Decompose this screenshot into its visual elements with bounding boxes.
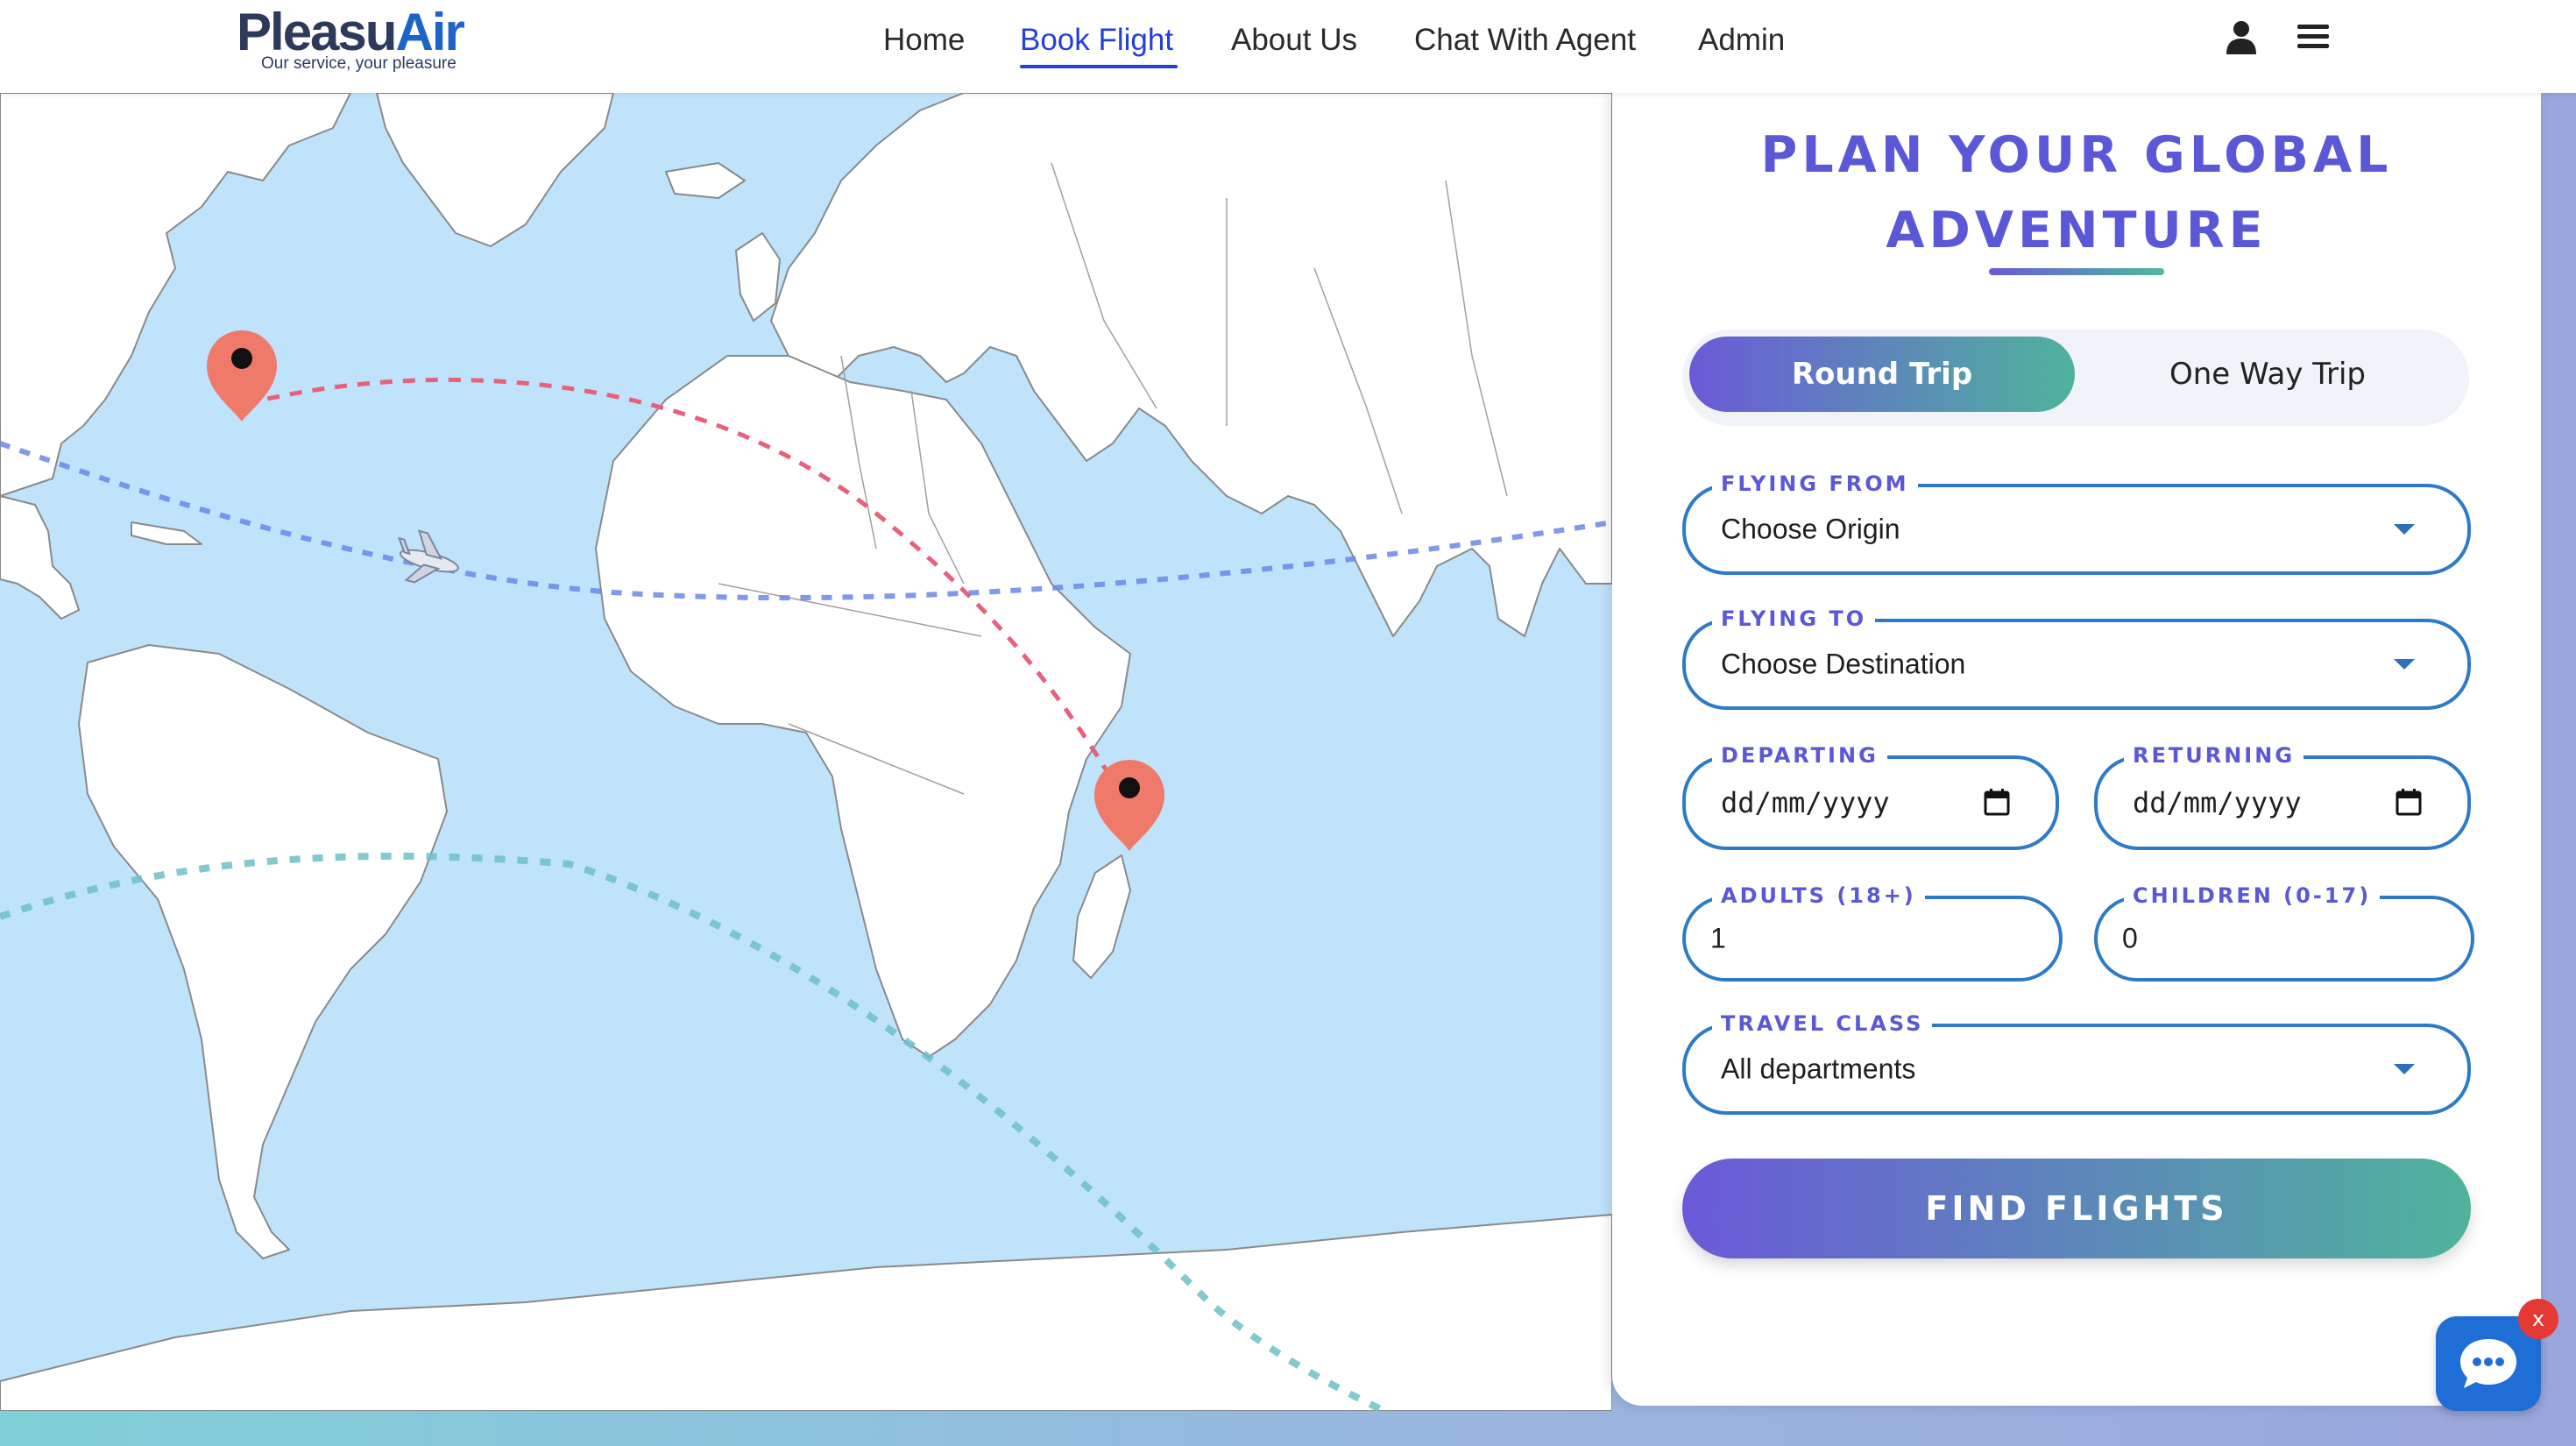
menu-icon[interactable] [2294,18,2332,56]
brand-wordmark: PleasuAir [237,3,465,61]
land-caribbean [131,521,202,545]
departing-date-input[interactable]: DEPARTING dd/mm/yyyy [1682,743,2059,850]
find-flights-button[interactable]: FIND FLIGHTS [1682,1159,2471,1258]
flying-from-value: Choose Origin [1721,513,1900,545]
panel-title: PLAN YOUR GLOBAL ADVENTURE [1760,126,2393,259]
chat-close-button[interactable]: x [2518,1299,2558,1339]
flying-to-value: Choose Destination [1721,648,1966,680]
land-south-america [78,644,448,1259]
land-madagascar [1072,854,1131,979]
flying-to-select[interactable]: FLYING TO Choose Destination [1682,606,2471,710]
nav-about-us[interactable]: About Us [1231,23,1357,58]
trip-type-toggle: Round Trip One Way Trip [1682,330,2469,426]
chevron-down-icon [2394,659,2415,670]
title-underline [1989,268,2164,275]
flying-from-label: FLYING FROM [1712,471,1918,496]
world-map-svg [0,93,1612,1411]
nav-book-flight[interactable]: Book Flight [1020,23,1173,58]
adults-input[interactable]: ADULTS (18+) 1 [1682,883,2063,982]
round-trip-button[interactable]: Round Trip [1689,337,2075,412]
calendar-icon[interactable] [1984,788,2010,816]
world-map [0,93,1612,1411]
land-antarctica [0,1214,1612,1411]
land-central-america [0,495,80,620]
booking-panel: PLAN YOUR GLOBAL ADVENTURE Round Trip On… [1612,93,2541,1406]
returning-label: RETURNING [2124,743,2304,768]
flying-from-select[interactable]: FLYING FROM Choose Origin [1682,471,2471,575]
children-label: CHILDREN (0-17) [2124,883,2381,908]
chevron-down-icon [2394,1064,2415,1074]
top-navbar: PleasuAir Our service, your pleasure Hom… [0,0,2576,93]
land-iceland [665,162,746,199]
brand-logo[interactable]: PleasuAir Our service, your pleasure [237,0,482,88]
travel-class-select[interactable]: TRAVEL CLASS All departments [1682,1011,2471,1115]
land-uk [735,232,781,322]
departing-placeholder: dd/mm/yyyy [1721,786,1890,819]
chevron-down-icon [2394,524,2415,535]
brand-tagline: Our service, your pleasure [261,54,456,73]
land-greenland [376,93,614,247]
adults-label: ADULTS (18+) [1712,883,1925,908]
destination-pin [1094,760,1164,851]
travel-class-label: TRAVEL CLASS [1712,1011,1933,1036]
calendar-icon[interactable] [2396,788,2422,816]
travel-class-value: All departments [1721,1053,1916,1085]
children-value: 0 [2122,922,2138,954]
adults-value: 1 [1710,922,1726,954]
origin-pin [207,330,277,422]
children-input[interactable]: CHILDREN (0-17) 0 [2094,883,2474,982]
user-icon[interactable] [2222,18,2261,56]
one-way-trip-button[interactable]: One Way Trip [2075,337,2460,412]
nav-active-underline [1020,65,1178,68]
land-africa [595,355,1131,1058]
nav-chat-with-agent[interactable]: Chat With Agent [1414,23,1636,58]
departing-label: DEPARTING [1712,743,1887,768]
nav-admin[interactable]: Admin [1698,23,1785,58]
nav-home[interactable]: Home [883,23,965,58]
land-north-america [0,93,351,497]
returning-placeholder: dd/mm/yyyy [2133,786,2302,819]
airplane-icon [397,529,459,584]
flying-to-label: FLYING TO [1712,606,1876,631]
returning-date-input[interactable]: RETURNING dd/mm/yyyy [2094,743,2471,850]
